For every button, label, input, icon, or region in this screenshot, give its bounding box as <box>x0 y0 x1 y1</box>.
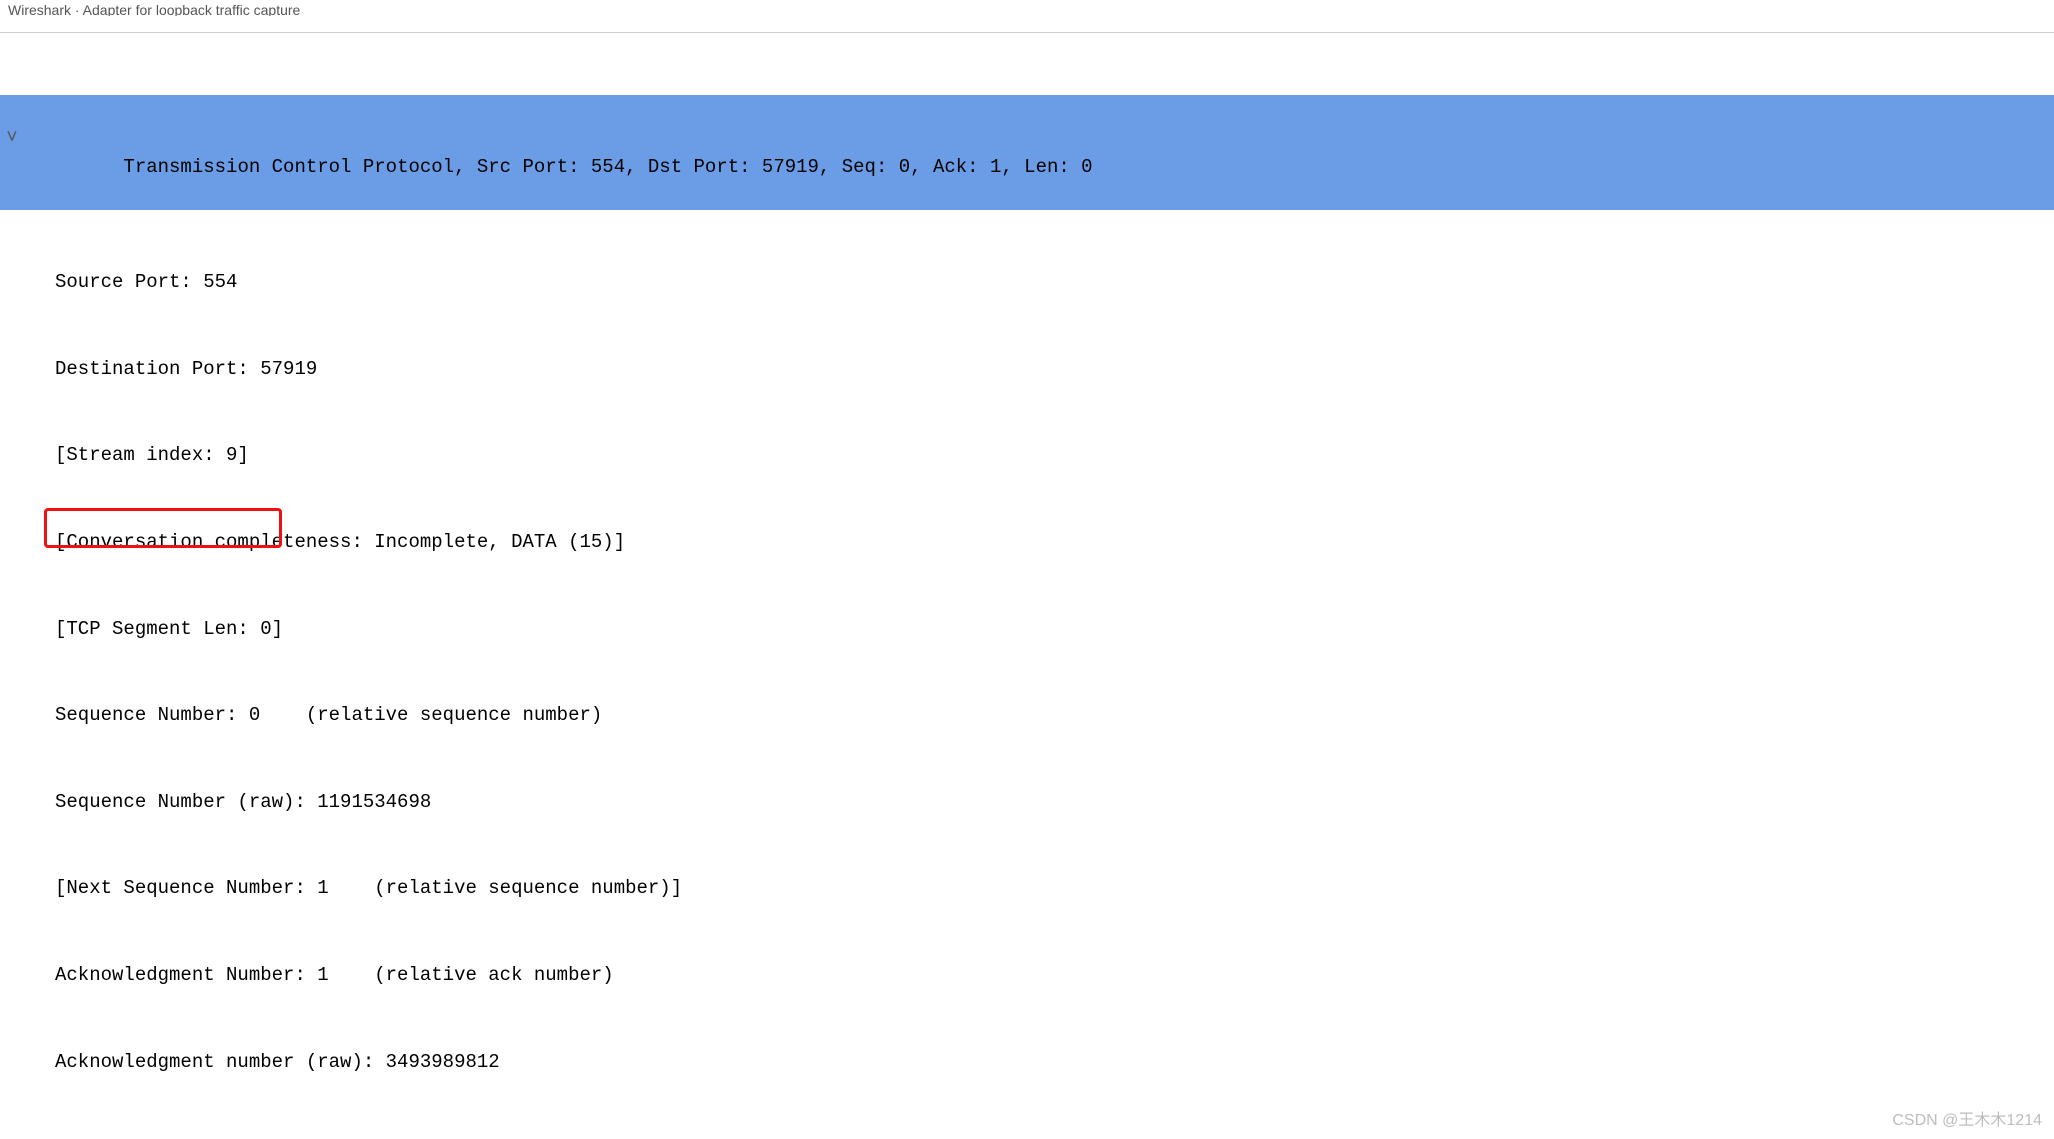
seq-num-raw-row[interactable]: Sequence Number (raw): 1191534698 <box>0 788 2054 817</box>
divider <box>0 32 2054 33</box>
src-port-row[interactable]: Source Port: 554 <box>0 268 2054 297</box>
seq-num-rel-row[interactable]: Sequence Number: 0 (relative sequence nu… <box>0 701 2054 730</box>
window-title: Wireshark · Adapter for loopback traffic… <box>0 0 2054 16</box>
tcp-seg-len-row[interactable]: [TCP Segment Len: 0] <box>0 615 2054 644</box>
ack-num-rel-row[interactable]: Acknowledgment Number: 1 (relative ack n… <box>0 961 2054 990</box>
tcp-header-row[interactable]: ˅ Transmission Control Protocol, Src Por… <box>0 95 2054 211</box>
next-seq-row[interactable]: [Next Sequence Number: 1 (relative seque… <box>0 874 2054 903</box>
watermark: CSDN @王木木1214 <box>1892 1109 2042 1133</box>
header-length-row[interactable]: 1000 .... = Header Length: 32 bytes (8) <box>0 1134 2054 1139</box>
tcp-header-text: Transmission Control Protocol, Src Port:… <box>123 156 1092 178</box>
ack-num-raw-row[interactable]: Acknowledgment number (raw): 3493989812 <box>0 1048 2054 1077</box>
chevron-down-icon[interactable]: ˅ <box>0 124 24 153</box>
stream-index-row[interactable]: [Stream index: 9] <box>0 441 2054 470</box>
dst-port-row[interactable]: Destination Port: 57919 <box>0 355 2054 384</box>
conv-completeness-row[interactable]: [Conversation completeness: Incomplete, … <box>0 528 2054 557</box>
protocol-tree[interactable]: ˅ Transmission Control Protocol, Src Por… <box>0 37 2054 1139</box>
